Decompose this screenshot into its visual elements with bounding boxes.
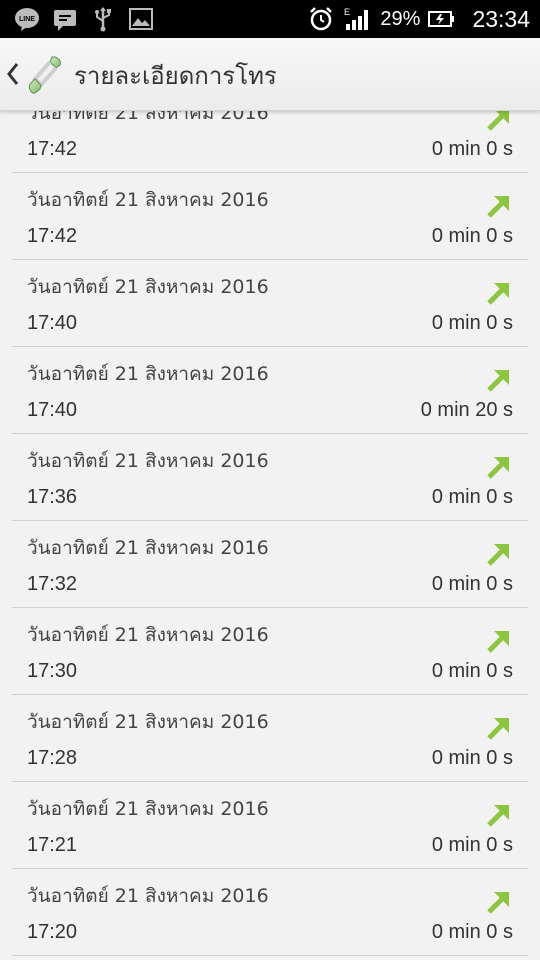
- call-duration: 0 min 20 s: [420, 399, 513, 421]
- outgoing-call-arrow-icon: [487, 892, 509, 914]
- call-time: 17:42: [27, 225, 78, 247]
- call-date: วันอาทิตย์ 21 สิงหาคม 2016: [27, 450, 269, 472]
- phone-icon: [28, 56, 61, 94]
- outgoing-call-arrow-icon: [487, 544, 509, 566]
- outgoing-call-arrow-icon: [487, 631, 509, 653]
- call-log-row[interactable]: วันอาทิตย์ 21 สิงหาคม 2016 17:32 0 min 0…: [12, 521, 528, 608]
- call-log-row[interactable]: วันอาทิตย์ 21 สิงหาคม 2016 17:28 0 min 0…: [12, 695, 528, 782]
- call-date: วันอาทิตย์ 21 สิงหาคม 2016: [27, 189, 269, 211]
- svg-text:LINE: LINE: [19, 16, 35, 23]
- call-duration: 0 min 0 s: [431, 660, 513, 682]
- call-time: 17:30: [27, 660, 78, 682]
- chevron-left-icon: [7, 63, 19, 85]
- call-time: 17:40: [27, 312, 78, 334]
- action-bar: รายละเอียดการโทร: [0, 38, 540, 111]
- call-duration: 0 min 0 s: [431, 486, 513, 508]
- call-log-row[interactable]: วันอาทิตย์ 21 สิงหาคม 2016 17:30 0 min 0…: [12, 608, 528, 695]
- call-log-list-inner: วันอาทิตย์ 21 สิงหาคม 2016 17:42 0 min 0…: [0, 111, 540, 956]
- outgoing-call-arrow-icon: [487, 196, 509, 218]
- outgoing-call-arrow-icon: [487, 111, 509, 131]
- call-duration: 0 min 0 s: [431, 747, 513, 769]
- call-duration: 0 min 0 s: [431, 834, 513, 856]
- call-log-row[interactable]: วันอาทิตย์ 21 สิงหาคม 2016 17:42 0 min 0…: [12, 173, 528, 260]
- call-log-row[interactable]: วันอาทิตย์ 21 สิงหาคม 2016 17:21 0 min 0…: [12, 782, 528, 869]
- back-button[interactable]: [0, 38, 70, 110]
- message-icon: [52, 6, 78, 32]
- call-log-list[interactable]: วันอาทิตย์ 21 สิงหาคม 2016 17:42 0 min 0…: [0, 111, 540, 960]
- call-log-row[interactable]: วันอาทิตย์ 21 สิงหาคม 2016 17:40 0 min 2…: [12, 347, 528, 434]
- system-status: E 29% 23:34: [308, 0, 530, 38]
- call-log-row[interactable]: วันอาทิตย์ 21 สิงหาคม 2016 17:20 0 min 0…: [12, 869, 528, 956]
- call-time: 17:32: [27, 573, 78, 595]
- call-date: วันอาทิตย์ 21 สิงหาคม 2016: [27, 111, 269, 124]
- call-duration: 0 min 0 s: [431, 573, 513, 595]
- call-duration: 0 min 0 s: [431, 225, 513, 247]
- call-date: วันอาทิตย์ 21 สิงหาคม 2016: [27, 363, 269, 385]
- usb-icon: [90, 6, 116, 32]
- alarm-icon: [308, 6, 334, 32]
- call-duration: 0 min 0 s: [431, 312, 513, 334]
- call-date: วันอาทิตย์ 21 สิงหาคม 2016: [27, 711, 269, 733]
- outgoing-call-arrow-icon: [487, 370, 509, 392]
- outgoing-call-arrow-icon: [487, 718, 509, 740]
- call-log-row[interactable]: วันอาทิตย์ 21 สิงหาคม 2016 17:42 0 min 0…: [12, 111, 528, 173]
- call-time: 17:28: [27, 747, 78, 769]
- clock: 23:34: [472, 5, 530, 32]
- call-time: 17:40: [27, 399, 78, 421]
- line-icon: LINE: [14, 6, 40, 32]
- image-icon: [128, 6, 154, 32]
- call-duration: 0 min 0 s: [431, 921, 513, 943]
- call-time: 17:21: [27, 834, 78, 856]
- call-log-row[interactable]: วันอาทิตย์ 21 สิงหาคม 2016 17:40 0 min 0…: [12, 260, 528, 347]
- outgoing-call-arrow-icon: [487, 283, 509, 305]
- call-log-row[interactable]: วันอาทิตย์ 21 สิงหาคม 2016 17:36 0 min 0…: [12, 434, 528, 521]
- call-time: 17:36: [27, 486, 78, 508]
- outgoing-call-arrow-icon: [487, 805, 509, 827]
- call-date: วันอาทิตย์ 21 สิงหาคม 2016: [27, 276, 269, 298]
- status-bar: LINE E 29% 23:34: [0, 0, 540, 38]
- call-time: 17:42: [27, 138, 78, 160]
- battery-icon: [428, 6, 456, 32]
- battery-percent: 29%: [380, 7, 421, 30]
- call-date: วันอาทิตย์ 21 สิงหาคม 2016: [27, 624, 269, 646]
- call-date: วันอาทิตย์ 21 สิงหาคม 2016: [27, 798, 269, 820]
- network-type: E: [344, 7, 350, 17]
- call-date: วันอาทิตย์ 21 สิงหาคม 2016: [27, 537, 269, 559]
- call-date: วันอาทิตย์ 21 สิงหาคม 2016: [27, 885, 269, 907]
- outgoing-call-arrow-icon: [487, 457, 509, 479]
- notification-icons: LINE: [14, 4, 154, 34]
- signal-icon: E: [342, 6, 372, 32]
- call-duration: 0 min 0 s: [431, 138, 513, 160]
- call-time: 17:20: [27, 921, 78, 943]
- page-title: รายละเอียดการโทร: [74, 62, 277, 90]
